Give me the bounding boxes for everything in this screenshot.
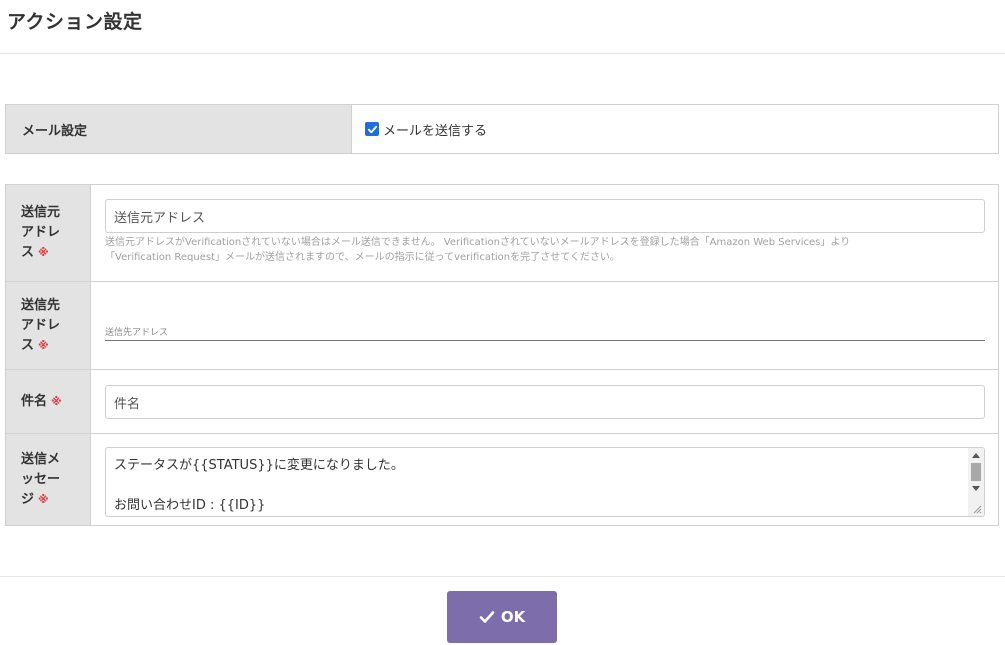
- page-title: アクション設定: [7, 11, 143, 33]
- message-label-line: ッセー: [21, 472, 61, 487]
- from-address-label-line: 送信元: [21, 205, 61, 220]
- check-icon: [479, 611, 495, 623]
- to-address-label-line: アドレ: [21, 318, 61, 333]
- subject-input[interactable]: 件名: [105, 385, 985, 419]
- ok-button[interactable]: OK: [447, 591, 557, 643]
- message-label: 送信メ ッセー ジ ※: [6, 434, 91, 525]
- from-address-help: 送信元アドレスがVerificationされていない場合はメール送信できません。…: [105, 235, 985, 265]
- help-text-line: 送信元アドレスがVerificationされていない場合はメール送信できません。…: [105, 237, 851, 248]
- from-address-label-line: アドレ: [21, 225, 61, 240]
- mail-form-table: 送信元 アドレ ス ※ 送信元アドレス 送信元アドレスがVerificationさ…: [5, 184, 999, 526]
- required-mark: ※: [38, 339, 49, 352]
- to-address-label-line: ス: [21, 338, 35, 353]
- subject-row: 件名 ※ 件名: [6, 370, 998, 434]
- mail-setting-table: メール設定 メールを送信する: [5, 104, 999, 154]
- from-address-label-line: ス: [21, 245, 35, 260]
- send-mail-label[interactable]: メールを送信する: [383, 120, 487, 139]
- help-text-line: 「Verification Request」メールが送信されますので、メールの指…: [105, 252, 620, 263]
- ok-label: OK: [500, 608, 526, 626]
- from-address-row: 送信元 アドレ ス ※ 送信元アドレス 送信元アドレスがVerificationさ…: [6, 185, 998, 282]
- message-content: ステータスが{{STATUS}}に変更になりました。 お問い合わせID : {{I…: [114, 456, 404, 516]
- send-mail-checkbox[interactable]: [365, 122, 379, 136]
- required-mark: ※: [51, 395, 62, 408]
- to-address-label: 送信先 アドレ ス ※: [6, 282, 91, 369]
- message-line: お問い合わせID : {{ID}}: [114, 498, 266, 513]
- message-label-line: ジ: [21, 492, 35, 507]
- message-label-line: 送信メ: [21, 452, 61, 467]
- mail-setting-value: メールを送信する: [352, 105, 998, 153]
- required-mark: ※: [38, 493, 49, 506]
- mail-setting-label: メール設定: [6, 105, 352, 153]
- from-address-label: 送信元 アドレ ス ※: [6, 185, 91, 281]
- subject-label-line: 件名: [21, 394, 48, 409]
- to-address-placeholder: 送信先アドレス: [105, 328, 169, 338]
- resize-grip-icon[interactable]: [972, 504, 982, 514]
- from-address-input[interactable]: 送信元アドレス: [105, 199, 985, 233]
- message-line: [114, 476, 404, 496]
- scroll-thumb[interactable]: [971, 463, 981, 481]
- required-mark: ※: [38, 246, 49, 259]
- message-row: 送信メ ッセー ジ ※ ステータスが{{STATUS}}に変更になりました。 お問い…: [6, 434, 998, 525]
- page-header: アクション設定: [0, 0, 1005, 54]
- check-icon: [367, 125, 377, 133]
- to-address-row: 送信先 アドレ ス ※ 送信先アドレス: [6, 282, 998, 370]
- message-line: ステータスが{{STATUS}}に変更になりました。: [114, 458, 404, 473]
- to-address-input[interactable]: 送信先アドレス: [105, 323, 985, 341]
- scroll-up-icon[interactable]: [972, 453, 980, 458]
- subject-label: 件名 ※: [6, 370, 91, 433]
- message-textarea[interactable]: ステータスが{{STATUS}}に変更になりました。 お問い合わせID : {{I…: [105, 447, 985, 517]
- scroll-down-icon[interactable]: [972, 486, 980, 491]
- page-footer: OK: [0, 576, 1005, 645]
- to-address-label-line: 送信先: [21, 298, 61, 313]
